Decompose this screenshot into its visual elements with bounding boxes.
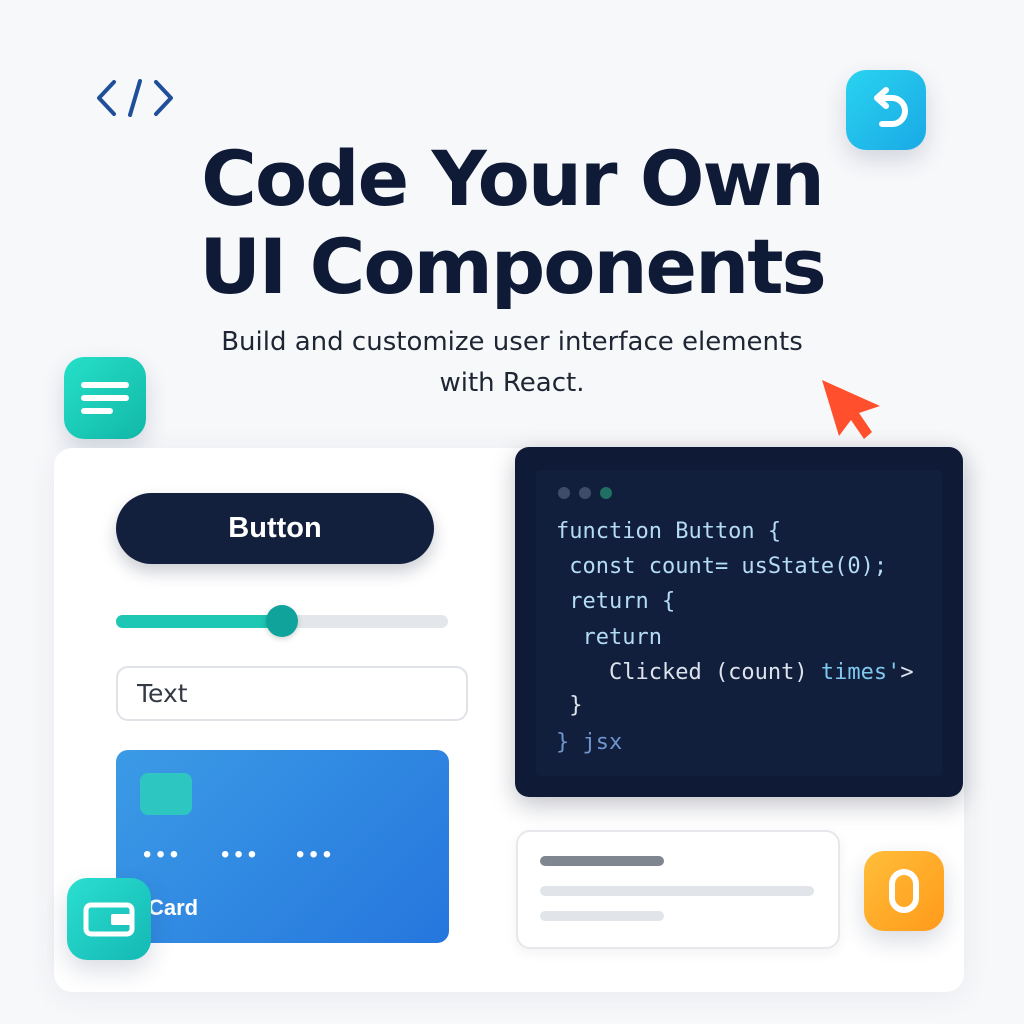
code-line: function Button { — [556, 519, 782, 544]
card-number-group: ••• — [221, 841, 262, 868]
wallet-icon[interactable] — [67, 878, 151, 960]
demo-button[interactable]: Button — [116, 493, 434, 564]
code-line: Clicked (count) times'> — [556, 660, 914, 685]
card-chip — [140, 773, 192, 815]
skeleton-heading — [540, 856, 664, 866]
text-lines-icon[interactable] — [64, 357, 146, 439]
code-line: return { — [556, 589, 676, 614]
cursor-icon — [822, 380, 880, 439]
card-number-group: ••• — [296, 841, 337, 868]
code-line: return — [556, 625, 662, 650]
code-line: const count= usState(0); — [556, 554, 888, 579]
page-title-line-2: UI Components — [199, 222, 827, 311]
undo-icon[interactable] — [846, 70, 926, 150]
text-input[interactable] — [116, 666, 468, 721]
skeleton-line — [540, 911, 664, 921]
window-dot — [600, 487, 612, 499]
card-label: Card — [148, 895, 199, 920]
window-dot — [558, 487, 570, 499]
slider-fill — [116, 615, 282, 628]
zero-icon[interactable] — [864, 851, 944, 931]
code-brackets-icon — [97, 79, 173, 117]
code-line: } jsx — [556, 730, 623, 755]
window-dot — [579, 487, 591, 499]
code-line: } — [556, 693, 583, 718]
card-number-group: ••• — [143, 841, 184, 868]
slider-thumb[interactable] — [266, 605, 298, 637]
subtitle-line-1: Build and customize user interface eleme… — [221, 327, 803, 357]
skeleton-line — [540, 886, 814, 896]
